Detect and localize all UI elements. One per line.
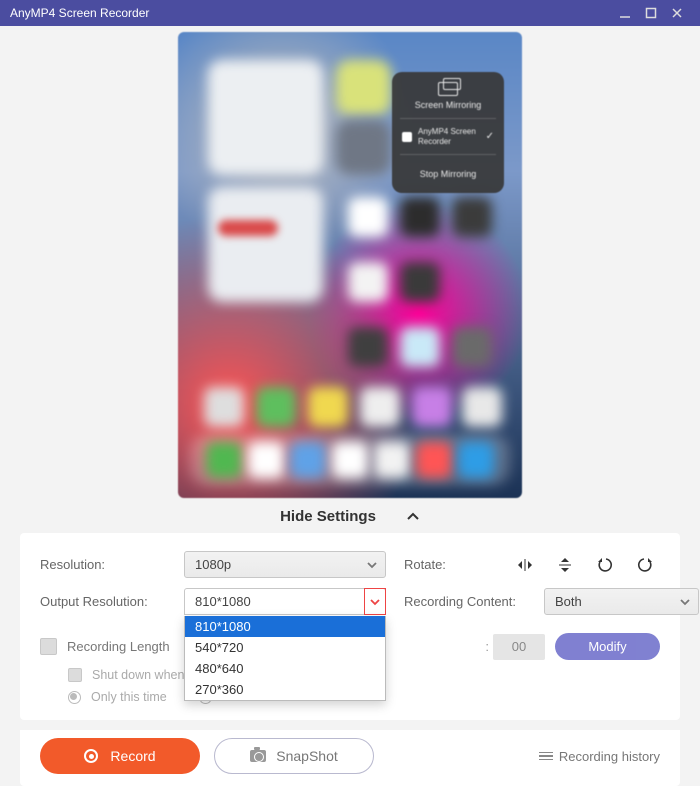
screen-mirroring-panel: Screen Mirroring AnyMP4 Screen Recorder …: [392, 72, 504, 193]
snapshot-label: SnapShot: [276, 748, 338, 764]
rotate-right-icon[interactable]: [636, 556, 654, 574]
mirror-device-row[interactable]: AnyMP4 Screen Recorder ✓: [400, 118, 496, 154]
rotate-left-icon[interactable]: [596, 556, 614, 574]
recording-history-link[interactable]: Recording history: [539, 749, 660, 764]
recording-length-checkbox[interactable]: [40, 638, 57, 655]
app-title: AnyMP4 Screen Recorder: [10, 6, 149, 20]
recording-content-value: Both: [555, 594, 582, 609]
record-button[interactable]: Record: [40, 738, 200, 774]
dropdown-option[interactable]: 540*720: [185, 637, 385, 658]
close-button[interactable]: [664, 0, 690, 26]
mirror-icon: [438, 82, 458, 96]
recording-content-select[interactable]: Both: [544, 588, 699, 615]
resolution-value: 1080p: [195, 557, 231, 572]
output-resolution-label: Output Resolution:: [40, 594, 172, 609]
chevron-down-icon: [369, 596, 381, 608]
only-this-time-radio[interactable]: [68, 691, 81, 704]
output-resolution-dropdown: 810*1080 540*720 480*640 270*360: [184, 616, 386, 701]
dropdown-option[interactable]: 270*360: [185, 679, 385, 700]
device-icon: [402, 132, 412, 142]
resolution-select[interactable]: 1080p: [184, 551, 386, 578]
hide-settings-label: Hide Settings: [280, 508, 376, 525]
record-icon: [84, 749, 98, 763]
hide-settings-toggle[interactable]: Hide Settings: [0, 504, 700, 533]
dropdown-option[interactable]: 480*640: [185, 658, 385, 679]
flip-vertical-icon[interactable]: [556, 556, 574, 574]
titlebar: AnyMP4 Screen Recorder: [0, 0, 700, 26]
snapshot-button[interactable]: SnapShot: [214, 738, 374, 774]
minimize-button[interactable]: [612, 0, 638, 26]
maximize-button[interactable]: [638, 0, 664, 26]
camera-icon: [250, 750, 266, 762]
chevron-down-icon: [678, 595, 692, 609]
output-resolution-value: 810*1080: [195, 594, 251, 609]
recording-length-time: : 00: [485, 634, 545, 660]
device-preview: Screen Mirroring AnyMP4 Screen Recorder …: [178, 32, 522, 498]
rotate-label: Rotate:: [404, 557, 454, 572]
chevron-up-icon: [406, 510, 420, 524]
only-this-time-label: Only this time: [91, 690, 167, 704]
recording-content-label: Recording Content:: [404, 594, 532, 609]
record-label: Record: [110, 748, 155, 764]
footer: Record SnapShot Recording history: [20, 730, 680, 786]
output-resolution-select[interactable]: 810*1080 810*1080 540*720 480*640 270*36…: [184, 588, 386, 615]
check-icon: ✓: [486, 131, 494, 142]
settings-panel: Resolution: 1080p Rotate: Output Resolut…: [20, 533, 680, 720]
recording-history-label: Recording history: [559, 749, 660, 764]
recording-length-label: Recording Length: [67, 639, 170, 654]
dropdown-option[interactable]: 810*1080: [185, 616, 385, 637]
chevron-down-icon: [365, 558, 379, 572]
flip-horizontal-icon[interactable]: [516, 556, 534, 574]
resolution-label: Resolution:: [40, 557, 172, 572]
mirror-device-name: AnyMP4 Screen Recorder: [418, 127, 480, 146]
shutdown-checkbox[interactable]: [68, 668, 82, 682]
mirror-title: Screen Mirroring: [400, 100, 496, 110]
stop-mirroring-button[interactable]: Stop Mirroring: [400, 154, 496, 193]
modify-button[interactable]: Modify: [555, 633, 660, 660]
time-seconds[interactable]: 00: [493, 634, 545, 660]
